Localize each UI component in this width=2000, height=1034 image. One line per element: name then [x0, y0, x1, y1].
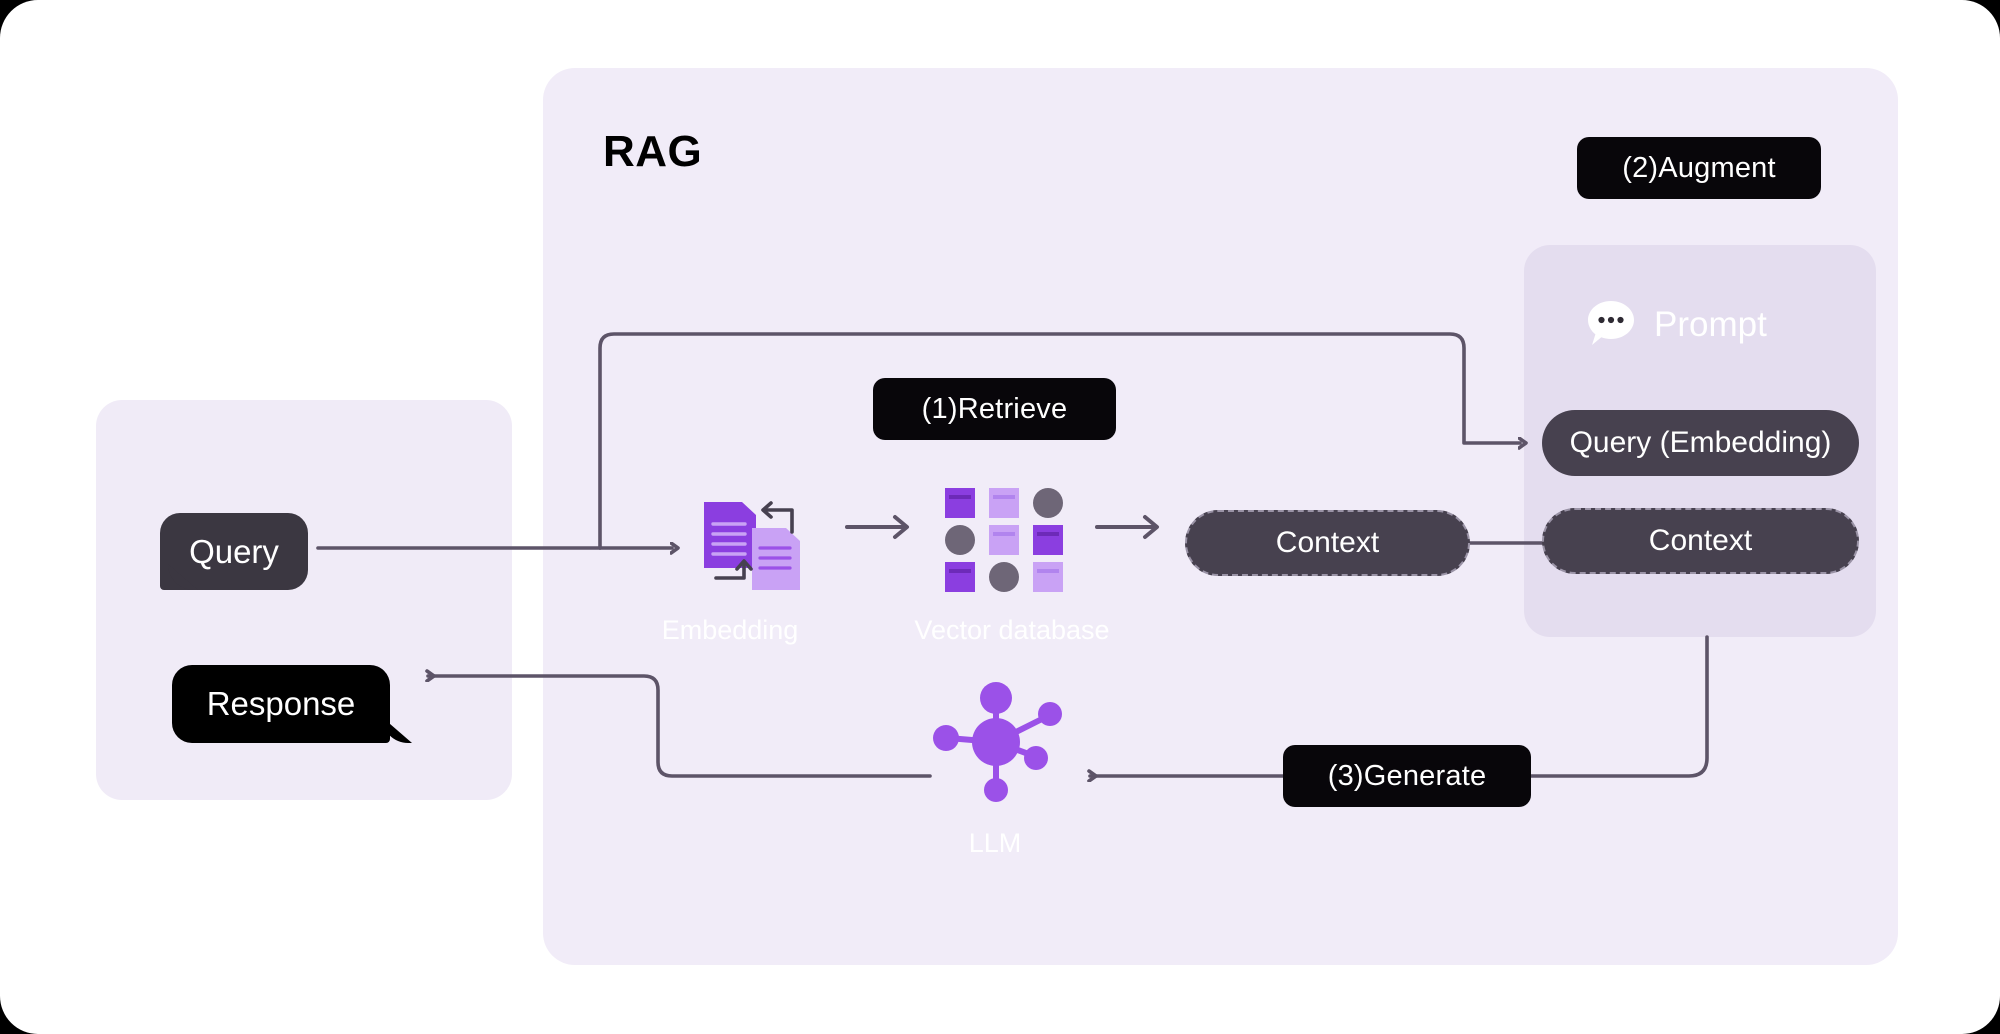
embedding-icon [700, 480, 810, 590]
chat-bubble-dots-icon [1586, 297, 1636, 352]
diagram-canvas: RAG (1)Retrieve (2)Augment (3)Generate Q… [0, 0, 2000, 1034]
llm-network-icon [930, 680, 1065, 810]
right-arrow-icon [1095, 512, 1165, 542]
llm-label: LLM [968, 828, 1022, 858]
query-embedding-pill: Query (Embedding) [1542, 410, 1859, 476]
query-bubble: Query [160, 513, 308, 590]
page-title: RAG [603, 127, 703, 176]
prompt-label: Prompt [1654, 304, 1767, 344]
step-badge-augment: (2)Augment [1577, 137, 1821, 199]
step-badge-retrieve: (1)Retrieve [873, 378, 1116, 440]
embedding-label: Embedding [661, 615, 799, 645]
context-pill: Context [1185, 510, 1470, 576]
prompt-header: Prompt [1586, 297, 1767, 352]
vector-database-icon [945, 488, 1063, 592]
vector-database-label: Vector database [914, 615, 1110, 645]
step-badge-generate: (3)Generate [1283, 745, 1531, 807]
prompt-context-pill: Context [1542, 508, 1859, 574]
response-bubble: Response [172, 665, 390, 743]
right-arrow-icon [845, 512, 915, 542]
